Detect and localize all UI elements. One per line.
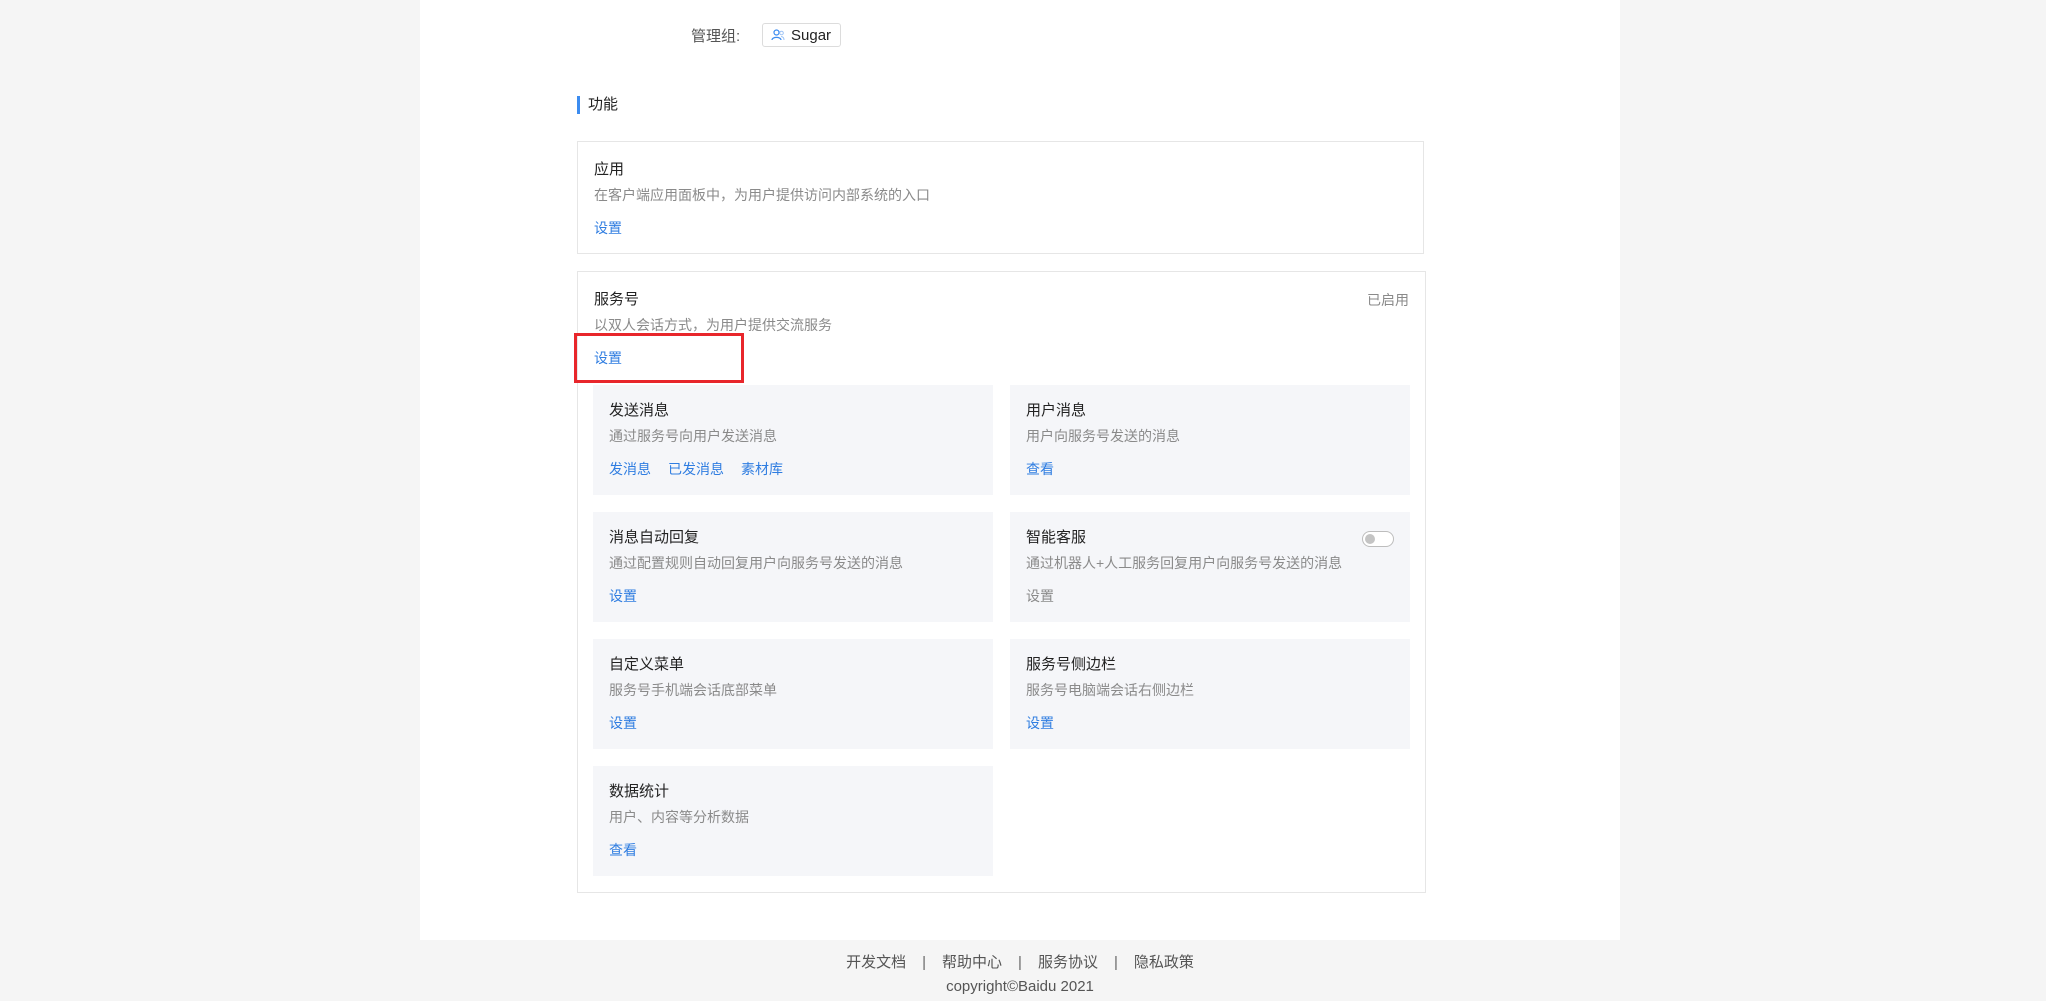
copyright-text: copyright©Baidu 2021 xyxy=(946,978,1094,995)
custom-menu-settings-link[interactable]: 设置 xyxy=(609,714,637,732)
admin-group-row: 管理组: Sugar xyxy=(691,23,842,47)
footer-link-dev-docs[interactable]: 开发文档 xyxy=(846,954,906,971)
feature-title: 智能客服 xyxy=(1026,529,1087,546)
admin-group-label: 管理组: xyxy=(691,27,741,45)
footer-separator: | xyxy=(1018,954,1022,971)
footer-link-help-center[interactable]: 帮助中心 xyxy=(942,954,1002,971)
app-settings-link[interactable]: 设置 xyxy=(594,219,622,237)
feature-desc: 通过机器人+人工服务回复用户向服务号发送的消息 xyxy=(1026,555,1343,571)
service-settings-link[interactable]: 设置 xyxy=(594,349,622,367)
app-card: 应用 在客户端应用面板中，为用户提供访问内部系统的入口 设置 xyxy=(577,141,1424,254)
admin-group-name: Sugar xyxy=(791,26,832,44)
app-card-desc: 在客户端应用面板中，为用户提供访问内部系统的入口 xyxy=(594,187,930,203)
feature-desc: 服务号电脑端会话右侧边栏 xyxy=(1026,682,1194,698)
feature-desc: 通过配置规则自动回复用户向服务号发送的消息 xyxy=(609,555,903,571)
footer-link-privacy-policy[interactable]: 隐私政策 xyxy=(1134,954,1194,971)
feature-desc: 通过服务号向用户发送消息 xyxy=(609,428,777,444)
footer: 开发文档 | 帮助中心 | 服务协议 | 隐私政策 copyright©Baidu 2021 xyxy=(420,940,1620,1001)
feature-desc: 服务号手机端会话底部菜单 xyxy=(609,682,777,698)
main-content: 管理组: Sugar 功能 应用 在客户端应用面板中，为用户提供访问内部系统的入… xyxy=(420,0,1620,940)
admin-group-chip[interactable]: Sugar xyxy=(762,23,842,47)
feature-auto-reply: 消息自动回复 通过配置规则自动回复用户向服务号发送的消息 设置 xyxy=(593,512,993,622)
toggle-knob xyxy=(1365,534,1375,544)
service-account-card: 服务号 已启用 以双人会话方式，为用户提供交流服务 设置 发送消息 通过服务号向… xyxy=(577,271,1426,893)
feature-title: 发送消息 xyxy=(609,402,670,419)
footer-separator: | xyxy=(922,954,927,971)
material-library-link[interactable]: 素材库 xyxy=(741,460,783,478)
view-user-messages-link[interactable]: 查看 xyxy=(1026,460,1054,478)
view-stats-link[interactable]: 查看 xyxy=(609,841,637,859)
feature-custom-menu: 自定义菜单 服务号手机端会话底部菜单 设置 xyxy=(593,639,993,749)
sidebar-settings-link[interactable]: 设置 xyxy=(1026,714,1054,732)
feature-smart-service: 智能客服 通过机器人+人工服务回复用户向服务号发送的消息 设置 xyxy=(1010,512,1410,622)
feature-title: 自定义菜单 xyxy=(609,656,685,673)
feature-title: 数据统计 xyxy=(609,783,670,800)
footer-separator: | xyxy=(1113,954,1118,971)
service-status-badge: 已启用 xyxy=(1367,292,1409,308)
footer-link-service-agreement[interactable]: 服务协议 xyxy=(1038,954,1098,971)
feature-title: 服务号侧边栏 xyxy=(1026,656,1117,673)
feature-title: 消息自动回复 xyxy=(609,529,700,546)
smart-service-settings-link[interactable]: 设置 xyxy=(1026,587,1054,605)
sent-messages-link[interactable]: 已发消息 xyxy=(668,460,724,478)
app-card-title: 应用 xyxy=(594,161,625,178)
group-user-icon xyxy=(771,29,785,41)
feature-send-message: 发送消息 通过服务号向用户发送消息 发消息 已发消息 素材库 xyxy=(593,385,993,495)
section-title-features: 功能 xyxy=(577,96,618,114)
feature-data-stats: 数据统计 用户、内容等分析数据 查看 xyxy=(593,766,993,876)
service-card-title: 服务号 xyxy=(594,291,640,308)
feature-title: 用户消息 xyxy=(1026,402,1087,419)
footer-links: 开发文档 | 帮助中心 | 服务协议 | 隐私政策 xyxy=(420,954,1620,972)
feature-sidebar: 服务号侧边栏 服务号电脑端会话右侧边栏 设置 xyxy=(1010,639,1410,749)
feature-desc: 用户、内容等分析数据 xyxy=(609,809,749,825)
auto-reply-settings-link[interactable]: 设置 xyxy=(609,587,637,605)
feature-desc: 用户向服务号发送的消息 xyxy=(1026,428,1180,444)
service-card-desc: 以双人会话方式，为用户提供交流服务 xyxy=(594,317,832,333)
smart-service-toggle[interactable] xyxy=(1362,531,1394,547)
send-message-link[interactable]: 发消息 xyxy=(609,460,651,478)
feature-user-messages: 用户消息 用户向服务号发送的消息 查看 xyxy=(1010,385,1410,495)
